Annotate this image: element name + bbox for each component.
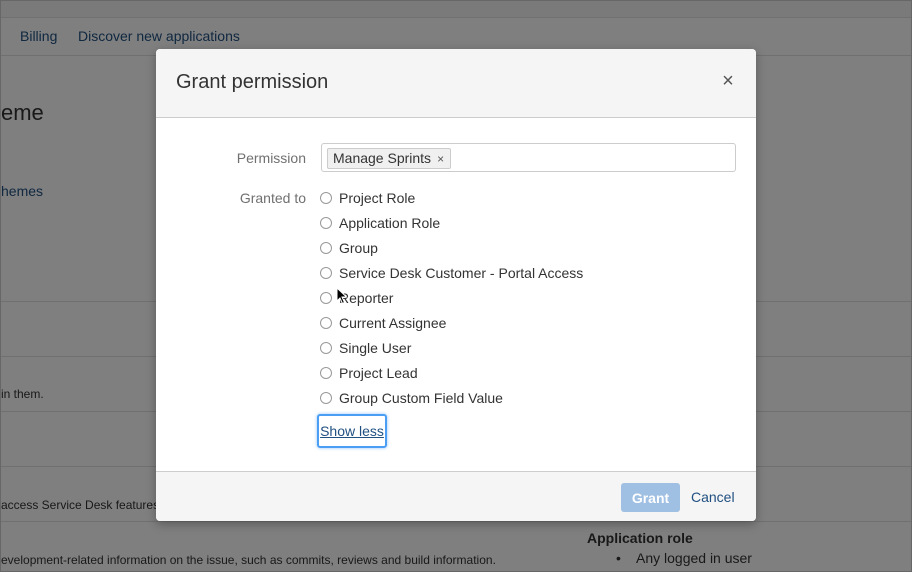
radio-button[interactable]: [320, 217, 332, 229]
radio-label[interactable]: Group Custom Field Value: [339, 390, 503, 406]
option-single-user[interactable]: Single User: [320, 338, 411, 358]
option-reporter[interactable]: Reporter: [320, 288, 393, 308]
radio-button[interactable]: [320, 292, 332, 304]
radio-button[interactable]: [320, 317, 332, 329]
radio-button[interactable]: [320, 267, 332, 279]
radio-button[interactable]: [320, 392, 332, 404]
permission-select[interactable]: Manage Sprints ×: [321, 143, 736, 172]
show-less-link[interactable]: Show less: [317, 414, 387, 448]
radio-button[interactable]: [320, 367, 332, 379]
radio-label[interactable]: Project Lead: [339, 365, 418, 381]
cancel-button[interactable]: Cancel: [691, 489, 735, 505]
permission-label: Permission: [236, 150, 306, 166]
dialog-footer: Grant Cancel: [156, 471, 756, 521]
radio-button[interactable]: [320, 242, 332, 254]
radio-button[interactable]: [320, 192, 332, 204]
option-service-desk-customer[interactable]: Service Desk Customer - Portal Access: [320, 263, 583, 283]
dialog-title: Grant permission: [176, 71, 329, 93]
dialog-header: Grant permission ×: [156, 49, 756, 118]
radio-label[interactable]: Service Desk Customer - Portal Access: [339, 265, 583, 281]
radio-label[interactable]: Single User: [339, 340, 411, 356]
permission-chip-label: Manage Sprints: [333, 150, 432, 166]
option-group-custom-field[interactable]: Group Custom Field Value: [320, 388, 503, 408]
radio-label[interactable]: Current Assignee: [339, 315, 446, 331]
option-current-assignee[interactable]: Current Assignee: [320, 313, 446, 333]
granted-to-label: Granted to: [239, 190, 306, 206]
option-project-role[interactable]: Project Role: [320, 188, 415, 208]
grant-permission-dialog: Grant permission × Permission Manage Spr…: [156, 49, 756, 521]
radio-label[interactable]: Application Role: [339, 215, 440, 231]
option-application-role[interactable]: Application Role: [320, 213, 440, 233]
grant-button[interactable]: Grant: [621, 483, 680, 512]
close-icon[interactable]: ×: [720, 71, 736, 91]
mouse-cursor-icon: [336, 287, 348, 305]
radio-label[interactable]: Project Role: [339, 190, 415, 206]
radio-label[interactable]: Group: [339, 240, 378, 256]
option-project-lead[interactable]: Project Lead: [320, 363, 418, 383]
permission-chip: Manage Sprints ×: [327, 148, 452, 169]
radio-button[interactable]: [320, 342, 332, 354]
option-group[interactable]: Group: [320, 238, 378, 258]
remove-chip-icon[interactable]: ×: [437, 152, 444, 166]
